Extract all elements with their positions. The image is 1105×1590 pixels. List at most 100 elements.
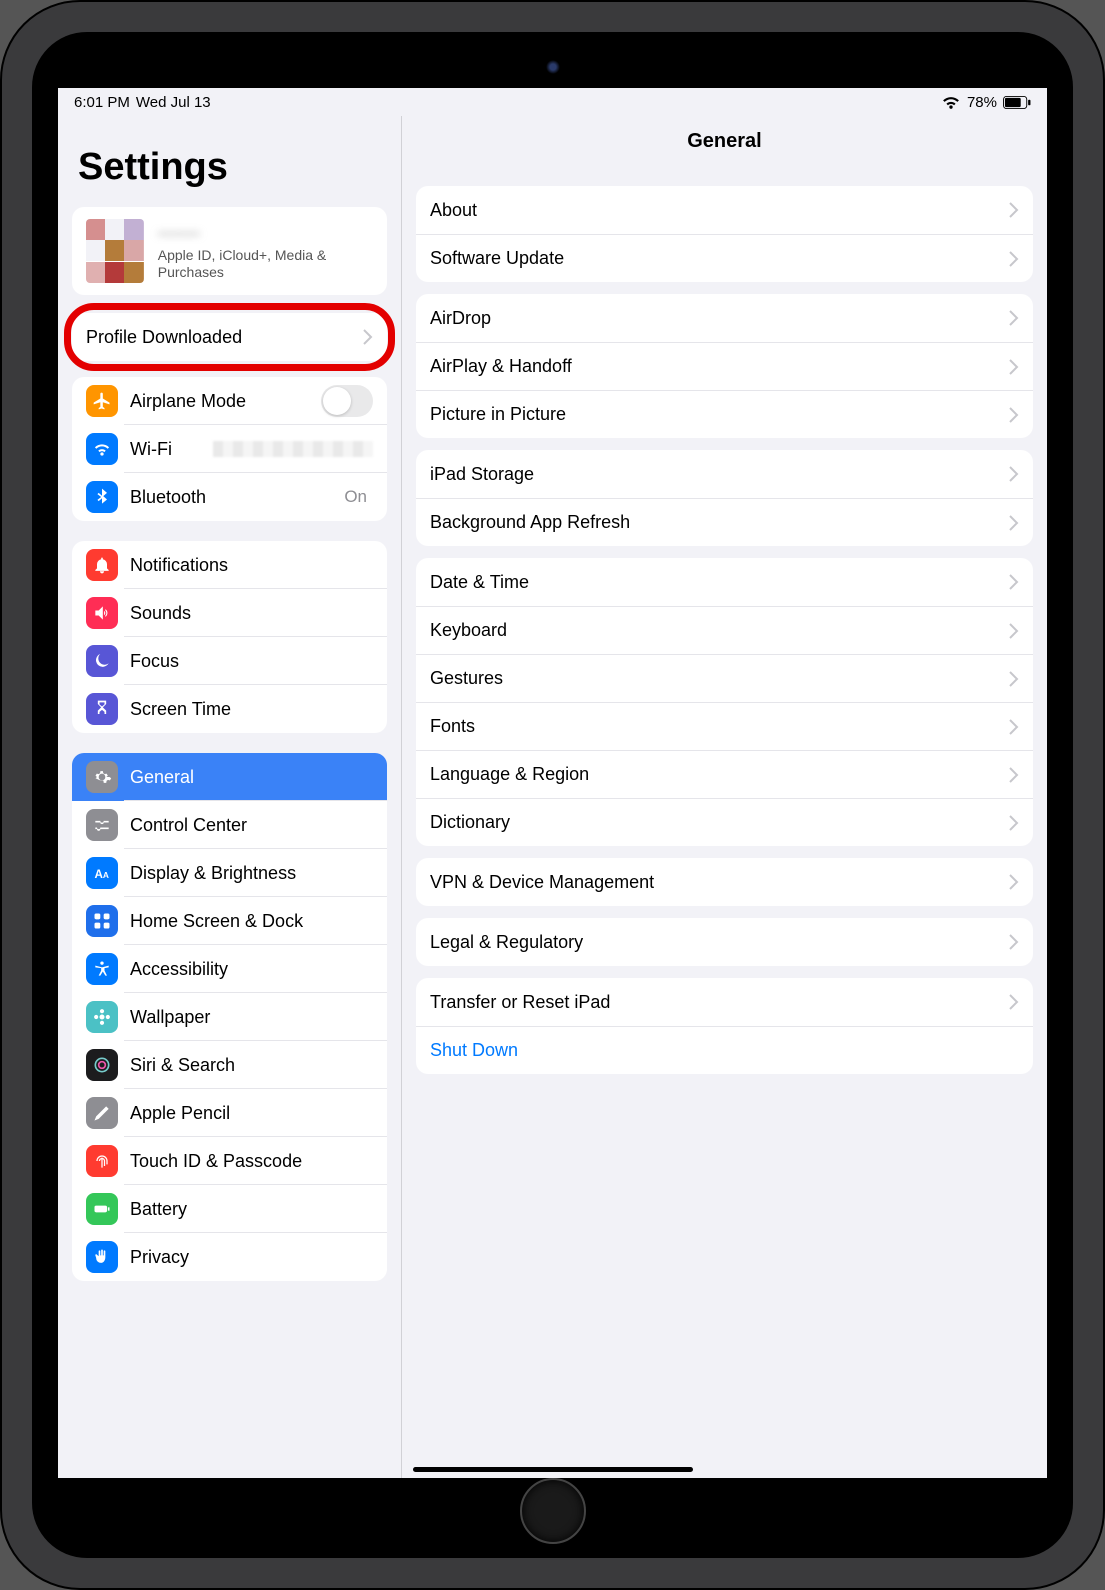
- text-size-icon: AA: [86, 857, 118, 889]
- chevron-right-icon: [1009, 359, 1019, 375]
- sounds-row[interactable]: Sounds: [72, 589, 387, 637]
- ipad-bezel: 6:01 PM Wed Jul 13 78% Settings: [32, 32, 1073, 1558]
- siri-row[interactable]: Siri & Search: [72, 1041, 387, 1089]
- touch-id-row[interactable]: Touch ID & Passcode: [72, 1137, 387, 1185]
- home-screen-row[interactable]: Home Screen & Dock: [72, 897, 387, 945]
- privacy-label: Privacy: [130, 1247, 373, 1268]
- sounds-label: Sounds: [130, 603, 373, 624]
- detail-title: General: [402, 116, 1047, 166]
- screen-time-row[interactable]: Screen Time: [72, 685, 387, 733]
- legal-regulatory-label: Legal & Regulatory: [430, 932, 1009, 953]
- focus-row[interactable]: Focus: [72, 637, 387, 685]
- bluetooth-row[interactable]: Bluetooth On: [72, 473, 387, 521]
- background-app-refresh-row[interactable]: Background App Refresh: [416, 498, 1033, 546]
- notifications-row[interactable]: Notifications: [72, 541, 387, 589]
- status-time: 6:01 PM: [74, 94, 130, 111]
- display-row[interactable]: AA Display & Brightness: [72, 849, 387, 897]
- ipad-frame: 6:01 PM Wed Jul 13 78% Settings: [0, 0, 1105, 1590]
- accessibility-icon: [86, 953, 118, 985]
- profile-downloaded-row[interactable]: Profile Downloaded: [72, 313, 387, 361]
- home-button[interactable]: [520, 1478, 586, 1544]
- chevron-right-icon: [1009, 671, 1019, 687]
- battery-settings-icon: [86, 1193, 118, 1225]
- account-name: ——: [158, 221, 373, 245]
- wifi-label: Wi-Fi: [130, 439, 213, 460]
- sliders-icon: [86, 809, 118, 841]
- pencil-icon: [86, 1097, 118, 1129]
- chevron-right-icon: [1009, 407, 1019, 423]
- screen: 6:01 PM Wed Jul 13 78% Settings: [58, 88, 1047, 1478]
- battery-icon: [1003, 96, 1031, 109]
- wifi-row[interactable]: Wi-Fi: [72, 425, 387, 473]
- chevron-right-icon: [1009, 466, 1019, 482]
- control-center-row[interactable]: Control Center: [72, 801, 387, 849]
- language-region-row[interactable]: Language & Region: [416, 750, 1033, 798]
- sidebar-title: Settings: [72, 116, 387, 203]
- home-indicator[interactable]: [413, 1467, 693, 1472]
- status-date: Wed Jul 13: [136, 94, 211, 111]
- general-label: General: [130, 767, 373, 788]
- flower-icon: [86, 1001, 118, 1033]
- software-update-row[interactable]: Software Update: [416, 234, 1033, 282]
- about-row[interactable]: About: [416, 186, 1033, 234]
- battery-label: Battery: [130, 1199, 373, 1220]
- keyboard-label: Keyboard: [430, 620, 1009, 641]
- battery-row[interactable]: Battery: [72, 1185, 387, 1233]
- privacy-row[interactable]: Privacy: [72, 1233, 387, 1281]
- picture-in-picture-row[interactable]: Picture in Picture: [416, 390, 1033, 438]
- status-bar: 6:01 PM Wed Jul 13 78%: [58, 88, 1047, 116]
- hourglass-icon: [86, 693, 118, 725]
- vpn-device-management-label: VPN & Device Management: [430, 872, 1009, 893]
- airdrop-label: AirDrop: [430, 308, 1009, 329]
- general-row[interactable]: General: [72, 753, 387, 801]
- chevron-right-icon: [1009, 574, 1019, 590]
- focus-label: Focus: [130, 651, 373, 672]
- keyboard-row[interactable]: Keyboard: [416, 606, 1033, 654]
- notifications-label: Notifications: [130, 555, 373, 576]
- vpn-device-management-row[interactable]: VPN & Device Management: [416, 858, 1033, 906]
- picture-in-picture-label: Picture in Picture: [430, 404, 1009, 425]
- gestures-row[interactable]: Gestures: [416, 654, 1033, 702]
- bell-icon: [86, 549, 118, 581]
- svg-text:A: A: [103, 870, 109, 880]
- accessibility-row[interactable]: Accessibility: [72, 945, 387, 993]
- airdrop-row[interactable]: AirDrop: [416, 294, 1033, 342]
- siri-label: Siri & Search: [130, 1055, 373, 1076]
- airplay-handoff-label: AirPlay & Handoff: [430, 356, 1009, 377]
- avatar: [86, 219, 144, 283]
- gear-icon: [86, 761, 118, 793]
- gestures-label: Gestures: [430, 668, 1009, 689]
- apple-pencil-row[interactable]: Apple Pencil: [72, 1089, 387, 1137]
- account-card[interactable]: —— Apple ID, iCloud+, Media & Purchases: [72, 207, 387, 295]
- airplane-mode-switch[interactable]: [321, 385, 373, 417]
- wallpaper-row[interactable]: Wallpaper: [72, 993, 387, 1041]
- shut-down-row[interactable]: Shut Down: [416, 1026, 1033, 1074]
- ipad-storage-row[interactable]: iPad Storage: [416, 450, 1033, 498]
- dictionary-row[interactable]: Dictionary: [416, 798, 1033, 846]
- battery-percent: 78%: [967, 94, 997, 111]
- wifi-network-value: [213, 441, 373, 457]
- background-app-refresh-label: Background App Refresh: [430, 512, 1009, 533]
- dictionary-label: Dictionary: [430, 812, 1009, 833]
- chevron-right-icon: [1009, 251, 1019, 267]
- fonts-row[interactable]: Fonts: [416, 702, 1033, 750]
- accessibility-label: Accessibility: [130, 959, 373, 980]
- chevron-right-icon: [1009, 994, 1019, 1010]
- bluetooth-value: On: [344, 487, 367, 507]
- date-time-row[interactable]: Date & Time: [416, 558, 1033, 606]
- chevron-right-icon: [1009, 202, 1019, 218]
- hand-icon: [86, 1241, 118, 1273]
- airplay-handoff-row[interactable]: AirPlay & Handoff: [416, 342, 1033, 390]
- bluetooth-label: Bluetooth: [130, 487, 344, 508]
- fingerprint-icon: [86, 1145, 118, 1177]
- control-center-label: Control Center: [130, 815, 373, 836]
- transfer-reset-row[interactable]: Transfer or Reset iPad: [416, 978, 1033, 1026]
- legal-regulatory-row[interactable]: Legal & Regulatory: [416, 918, 1033, 966]
- chevron-right-icon: [363, 329, 373, 345]
- settings-sidebar: Settings —— Apple ID, iCloud+, Media & P…: [58, 116, 402, 1478]
- ipad-storage-label: iPad Storage: [430, 464, 1009, 485]
- about-label: About: [430, 200, 1009, 221]
- airplane-mode-row[interactable]: Airplane Mode: [72, 377, 387, 425]
- date-time-label: Date & Time: [430, 572, 1009, 593]
- chevron-right-icon: [1009, 719, 1019, 735]
